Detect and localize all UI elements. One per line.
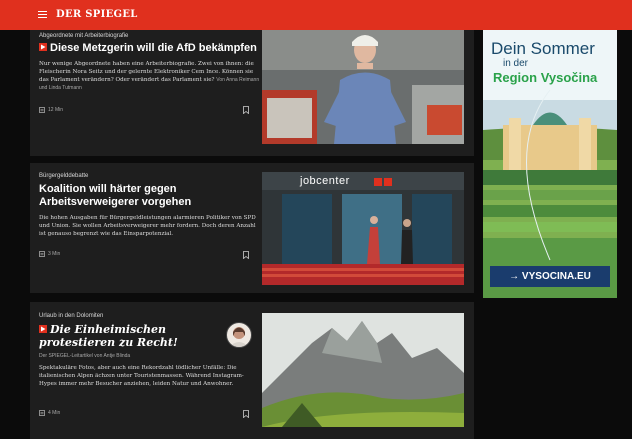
article-teaser: Nur wenige Abgeordnete haben eine Arbeit…: [39, 61, 260, 91]
article-headline[interactable]: Koalition will härter gegen Arbeitsverwe…: [39, 183, 257, 209]
read-time: 12 Min: [39, 107, 63, 113]
article-image-dolomites[interactable]: [262, 313, 464, 427]
ad-headline: Dein Sommer: [491, 39, 595, 58]
bookmark-icon[interactable]: [243, 251, 249, 259]
author-avatar: [226, 322, 252, 348]
article-image-butcher[interactable]: [262, 30, 464, 144]
article-card[interactable]: Bürgergelddebatte Koalition will härter …: [30, 163, 474, 293]
ad-region: Region Vysočina: [493, 70, 598, 85]
read-time: 4 Min: [39, 410, 60, 416]
ad-subline: in der: [503, 58, 529, 69]
article-teaser: Spektakuläre Fotos, aber auch eine Rekor…: [39, 365, 244, 387]
spiegel-logo[interactable]: DER SPIEGEL: [56, 9, 138, 20]
article-icon: [39, 410, 45, 416]
article-image-jobcenter[interactable]: jobcenter: [262, 172, 464, 285]
advertisement-vysocina[interactable]: Dein Sommer in der Region Vysočina → VYS…: [483, 30, 617, 298]
article-icon: [39, 107, 45, 113]
article-headline[interactable]: Die Einheimischen protestieren zu Recht!: [39, 323, 224, 349]
article-headline[interactable]: Diese Metzgerin will die AfD bekämpfen: [39, 42, 257, 55]
article-icon: [39, 251, 45, 257]
read-time: 3 Min: [39, 251, 60, 257]
bookmark-icon[interactable]: [243, 410, 249, 418]
article-kicker: Bürgergelddebatte: [39, 173, 89, 179]
article-card[interactable]: Urlaub in den Dolomiten Die Einheimische…: [30, 302, 474, 439]
jobcenter-sign: jobcenter: [300, 175, 350, 187]
article-kicker: Abgeordnete mit Arbeiterbiografie: [39, 33, 129, 39]
hamburger-menu-icon[interactable]: [38, 11, 47, 19]
bookmark-icon[interactable]: [243, 106, 249, 114]
article-teaser: Die hohen Ausgaben für Bürgergeldleistun…: [39, 215, 256, 237]
article-kicker: Urlaub in den Dolomiten: [39, 313, 104, 319]
article-card[interactable]: Abgeordnete mit Arbeiterbiografie Diese …: [30, 30, 474, 156]
top-navigation-bar: DER SPIEGEL: [0, 0, 632, 30]
ad-cta-button[interactable]: → VYSOCINA.EU: [490, 266, 610, 287]
spiegel-plus-icon: [39, 43, 47, 52]
article-byline: Der SPIEGEL-Leitartikel von Antje Blinda: [39, 353, 131, 359]
spiegel-plus-icon: [39, 325, 47, 333]
